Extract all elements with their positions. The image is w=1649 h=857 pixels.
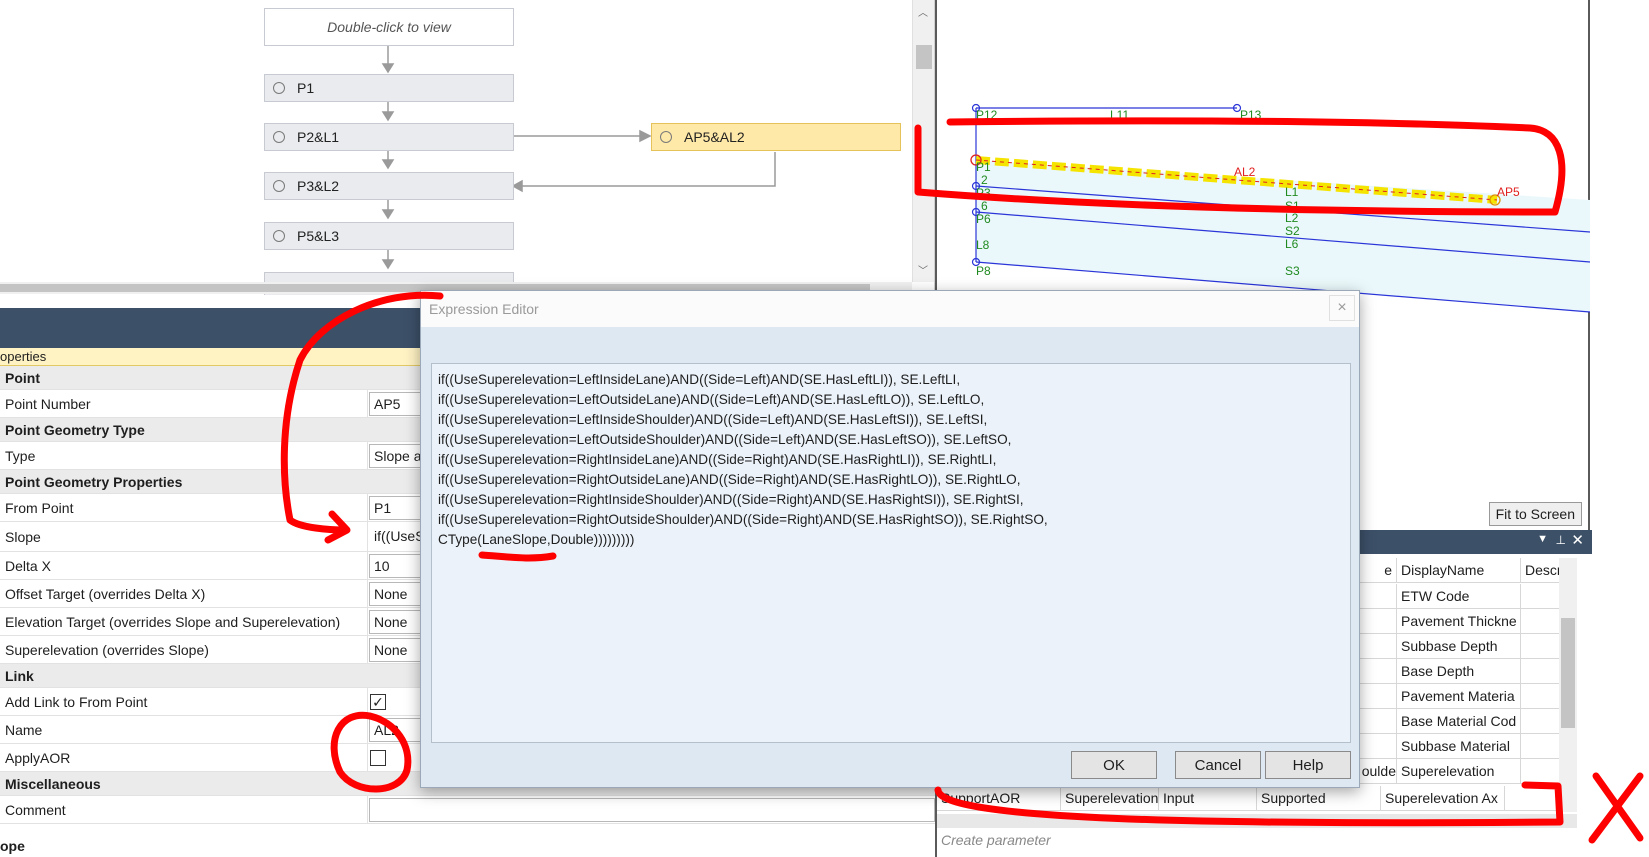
params-scroll-thumb[interactable] <box>1561 618 1575 728</box>
node-radio-icon <box>273 230 285 242</box>
preview-label: AP5 <box>1497 185 1520 199</box>
node-radio-icon <box>660 131 672 143</box>
node-radio-icon <box>273 180 285 192</box>
preview-label: S3 <box>1285 264 1300 278</box>
params-vscrollbar[interactable] <box>1559 558 1577 812</box>
expression-line: if((UseSuperelevation=LeftInsideLane)AND… <box>438 372 961 387</box>
close-icon[interactable]: ✕ <box>1571 531 1584 549</box>
params-cell-displayname: Pavement Thickne <box>1397 609 1521 633</box>
cancel-button[interactable]: Cancel <box>1175 751 1261 779</box>
preview-label: S2 <box>1285 224 1300 238</box>
expression-line: if((UseSuperelevation=RightOutsideShould… <box>438 512 1048 527</box>
scroll-up-icon[interactable]: ︿ <box>918 4 928 19</box>
flow-node-p3-l2[interactable]: P3&L2 <box>264 172 514 200</box>
preview-label: P8 <box>976 264 991 278</box>
comment-field[interactable] <box>369 798 935 822</box>
params-cell-displayname: Subbase Depth <box>1397 634 1521 658</box>
expression-line: if((UseSuperelevation=LeftOutsideShoulde… <box>438 432 1012 447</box>
preview-label: P3 <box>976 186 991 200</box>
scroll-thumb[interactable] <box>916 45 932 69</box>
preview-label: 2 <box>981 173 988 187</box>
preview-label: P13 <box>1240 108 1262 122</box>
scroll-down-icon[interactable]: ﹀ <box>918 262 928 277</box>
preview-label: 6 <box>981 199 988 213</box>
params-cell-displayname: Base Depth <box>1397 659 1521 683</box>
flow-node-ap5-al2[interactable]: AP5&AL2 <box>651 123 901 151</box>
preview-label: P1 <box>976 160 991 174</box>
params-row-supportaor[interactable]: SupportAOR Superelevation Input Supporte… <box>937 786 1577 811</box>
expression-line: CType(LaneSlope,Double))))))))) <box>438 532 635 547</box>
dialog-close-button[interactable]: × <box>1329 295 1355 321</box>
expression-editor-dialog: Expression Editor × if((UseSuperelevatio… <box>420 290 1360 788</box>
expression-textarea[interactable]: if((UseSuperelevation=LeftInsideLane)AND… <box>431 363 1351 743</box>
preview-label: P6 <box>976 212 991 226</box>
expression-line: if((UseSuperelevation=RightOutsideLane)A… <box>438 472 1021 487</box>
params-cell-displayname: Subbase Material <box>1397 734 1521 758</box>
dropdown-icon[interactable]: ▼ <box>1537 533 1548 545</box>
help-button[interactable]: Help <box>1265 751 1351 779</box>
preview-label: L2 <box>1285 211 1299 225</box>
expression-line: if((UseSuperelevation=RightInsideLane)AN… <box>438 452 997 467</box>
preview-label: P12 <box>976 108 998 122</box>
preview-label: L1 <box>1285 185 1299 199</box>
flow-node-p2-l1[interactable]: P2&L1 <box>264 123 514 151</box>
flowchart-pane: Double-click to view P1 P2&L1 P3&L2 P5&L… <box>0 0 935 295</box>
fit-to-screen-button[interactable]: Fit to Screen <box>1488 502 1582 526</box>
create-parameter-input[interactable]: Create parameter <box>941 832 1051 848</box>
params-cell-displayname: Pavement Materia <box>1397 684 1521 708</box>
expression-line: if((UseSuperelevation=RightInsideShoulde… <box>438 492 1024 507</box>
preview-label: L11 <box>1110 108 1129 122</box>
flow-node-p5-l3[interactable]: P5&L3 <box>264 222 514 250</box>
dialog-title-bar[interactable]: Expression Editor <box>421 291 1359 327</box>
expression-line: if((UseSuperelevation=LeftOutsideLane)AN… <box>438 392 985 407</box>
flow-vertical-scrollbar[interactable]: ︿ ﹀ <box>912 0 934 282</box>
params-cell-displayname: Base Material Cod <box>1397 709 1521 733</box>
params-hscrollbar[interactable] <box>937 814 1577 828</box>
properties-footer: ope <box>0 838 25 854</box>
red-x-mark <box>1588 772 1644 844</box>
node-radio-icon <box>273 82 285 94</box>
expression-line: if((UseSuperelevation=LeftInsideShoulder… <box>438 412 988 427</box>
applyaor-checkbox[interactable] <box>370 750 386 766</box>
ok-button[interactable]: OK <box>1071 751 1157 779</box>
params-cell-displayname: ETW Code <box>1397 584 1521 608</box>
preview-label: L6 <box>1285 237 1299 251</box>
checkmark-icon: ✓ <box>372 694 384 710</box>
node-radio-icon <box>273 131 285 143</box>
flow-node-p1[interactable]: P1 <box>264 74 514 102</box>
close-icon: × <box>1337 299 1347 316</box>
preview-label: AL2 <box>1234 165 1256 179</box>
add-link-checkbox[interactable]: ✓ <box>370 694 386 710</box>
pin-icon[interactable]: ⊥ <box>1556 533 1566 547</box>
preview-label: L8 <box>976 238 990 252</box>
params-cell-displayname: Superelevation <box>1397 759 1521 783</box>
